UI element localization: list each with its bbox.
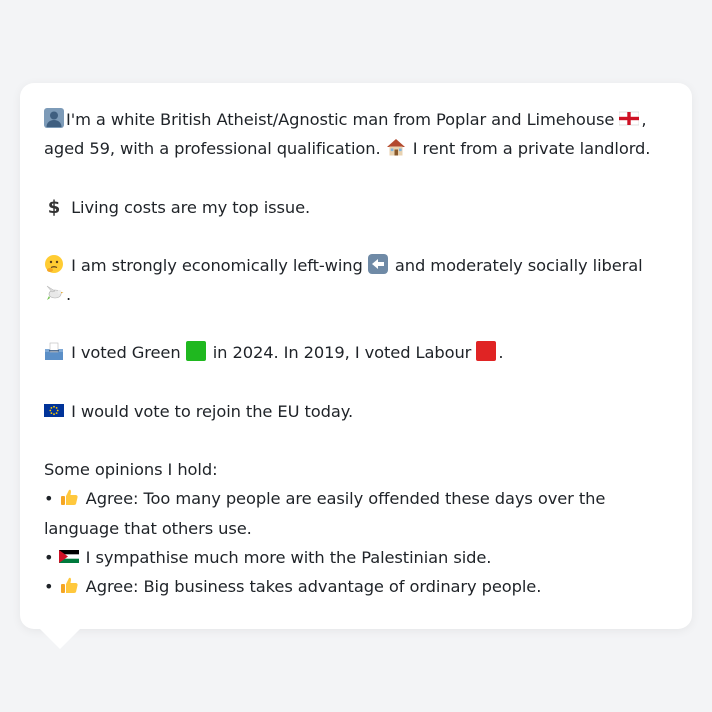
ideology-line: I am strongly economically left-wing and… bbox=[44, 251, 674, 310]
green-square-icon bbox=[185, 341, 206, 362]
list-item: • Agree: Too many people are easily offe… bbox=[44, 487, 606, 538]
thumbs-up-icon bbox=[59, 487, 79, 507]
eu-line: I would vote to rejoin the EU today. bbox=[44, 397, 674, 426]
issue-line: $ Living costs are my top issue. bbox=[44, 193, 674, 222]
svg-text:$: $ bbox=[48, 197, 60, 216]
palestine-flag-icon bbox=[58, 546, 79, 566]
england-flag-icon bbox=[619, 108, 640, 128]
person-icon bbox=[44, 108, 64, 128]
dollar-icon: $ bbox=[44, 196, 64, 216]
intro-line-2: aged 59, with a professional qualificati… bbox=[44, 137, 651, 159]
list-item: • I sympathise much more with the Palest… bbox=[44, 546, 492, 567]
thinking-face-icon bbox=[44, 254, 64, 274]
opinions-header: Some opinions I hold: bbox=[44, 460, 218, 480]
vote-line: I voted Green in 2024. In 2019, I voted … bbox=[44, 338, 674, 367]
thumbs-up-icon bbox=[59, 575, 79, 595]
message-bubble: I'm a white British Atheist/Agnostic man… bbox=[20, 83, 692, 629]
intro-line-1: I'm a white British Atheist/Agnostic man… bbox=[44, 105, 674, 134]
list-item: • Agree: Big business takes advantage of… bbox=[44, 575, 542, 597]
bubble-tail bbox=[40, 629, 80, 649]
red-square-icon bbox=[476, 341, 497, 362]
left-arrow-icon bbox=[367, 253, 388, 274]
house-icon bbox=[386, 137, 406, 157]
eu-flag-icon bbox=[44, 400, 64, 420]
ballot-box-icon bbox=[44, 341, 64, 361]
message-content: I'm a white British Atheist/Agnostic man… bbox=[44, 105, 674, 602]
dove-icon bbox=[44, 283, 64, 303]
